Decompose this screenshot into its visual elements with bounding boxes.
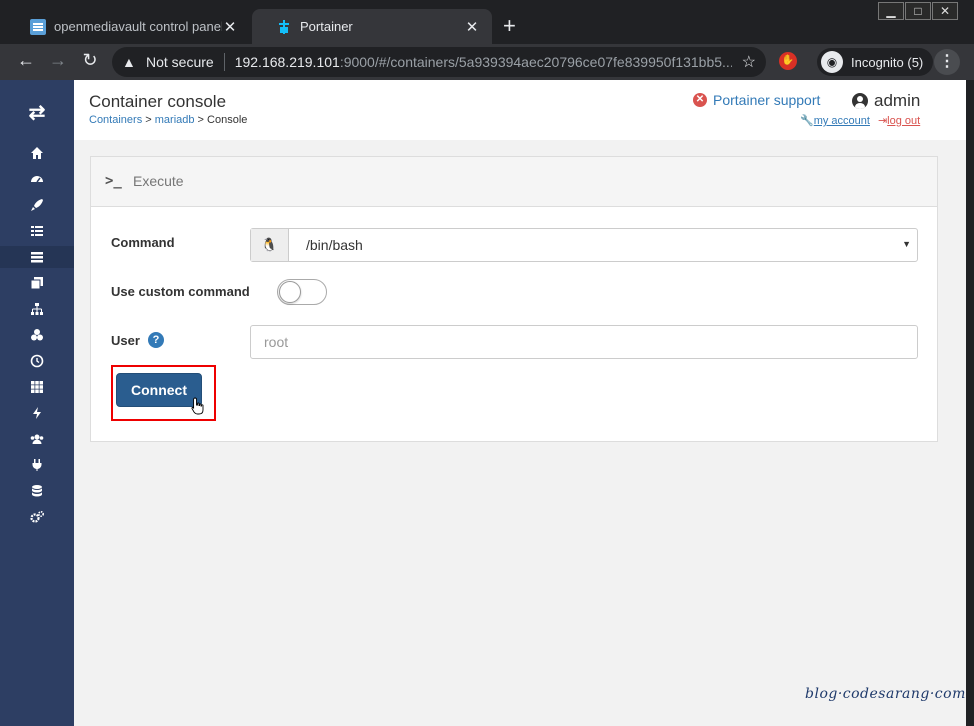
sidebar: ⇄ [0, 80, 74, 726]
user-info: admin [852, 91, 920, 111]
incognito-profile-button[interactable]: ◉ Incognito (5) [817, 48, 934, 76]
user-input[interactable] [250, 325, 918, 359]
security-indicator[interactable]: Not secure [146, 54, 214, 70]
username: admin [874, 91, 921, 110]
portainer-support-link[interactable]: ✕ Portainer support [693, 92, 820, 108]
images-icon[interactable] [0, 272, 74, 294]
tab-title: openmediavault control panel - N [54, 19, 222, 34]
execute-panel: >_ Execute Command 🐧 /bin/bash ▼ Use cus… [90, 156, 938, 442]
url-path: :9000/#/containers/5a939394aec20796ce07f… [339, 54, 732, 70]
breadcrumb-container[interactable]: mariadb [155, 114, 195, 126]
log-out-link[interactable]: ⇥log out [878, 114, 920, 127]
user-avatar-icon [852, 93, 868, 109]
breadcrumb-containers[interactable]: Containers [89, 114, 142, 126]
browser-tab-bar: openmediavault control panel - N ✕ Porta… [0, 0, 974, 44]
user-links: 🔧my account ⇥log out [800, 114, 920, 127]
help-icon[interactable]: ? [148, 332, 164, 348]
tab-openmediavault[interactable]: openmediavault control panel - N ✕ [6, 9, 250, 44]
panel-header: >_ Execute [91, 157, 937, 207]
home-icon[interactable] [0, 142, 74, 164]
portainer-logo-icon[interactable]: ⇄ [22, 100, 52, 125]
custom-command-toggle[interactable] [277, 279, 327, 305]
stacks-icon[interactable] [0, 220, 74, 242]
minimize-button[interactable]: ▁ [878, 2, 904, 20]
profile-label: Incognito (5) [851, 54, 924, 70]
portainer-favicon-icon [276, 19, 292, 35]
address-bar[interactable]: ▲ Not secure 192.168.219.101 :9000/#/con… [112, 47, 766, 77]
new-tab-button[interactable]: + [503, 13, 516, 39]
browser-menu-icon[interactable]: ⋮ [934, 49, 960, 75]
panel-title: Execute [133, 173, 184, 189]
wrench-icon: 🔧 [800, 115, 814, 127]
page-header: Container console Containers > mariadb >… [74, 80, 966, 140]
back-arrow-icon[interactable]: ← [14, 50, 38, 71]
command-label: Command [111, 235, 175, 250]
close-icon[interactable]: ✕ [464, 18, 480, 36]
command-value: /bin/bash [306, 237, 363, 253]
main-content: Container console Containers > mariadb >… [74, 80, 966, 726]
events-icon[interactable] [0, 350, 74, 372]
support-label: Portainer support [713, 92, 821, 108]
tab-portainer[interactable]: Portainer ✕ [252, 9, 492, 44]
endpoints-icon[interactable] [0, 454, 74, 476]
page-title: Container console [89, 92, 227, 111]
tab-title: Portainer [300, 19, 353, 34]
close-icon[interactable]: ✕ [222, 18, 238, 36]
window-border [966, 80, 974, 726]
connect-button[interactable]: Connect [116, 373, 202, 407]
settings-icon[interactable] [0, 506, 74, 528]
bookmark-star-icon[interactable]: ☆ [742, 52, 756, 72]
breadcrumb-separator: > [142, 114, 155, 126]
users-icon[interactable] [0, 428, 74, 450]
warning-icon: ▲ [122, 54, 136, 70]
breadcrumb-separator: > [194, 114, 208, 126]
reload-icon[interactable]: ↻ [78, 50, 102, 71]
breadcrumb: Containers > mariadb > Console [89, 114, 247, 126]
maximize-button[interactable]: □ [905, 2, 931, 20]
forward-arrow-icon[interactable]: → [46, 50, 70, 71]
log-out-label: log out [887, 115, 921, 127]
linux-icon: 🐧 [251, 229, 289, 261]
volumes-icon[interactable] [0, 324, 74, 346]
hand-cursor-icon [191, 397, 204, 415]
host-icon[interactable] [0, 376, 74, 398]
close-window-button[interactable]: ✕ [932, 2, 958, 20]
terminal-icon: >_ [105, 173, 122, 189]
omv-favicon-icon [30, 18, 46, 35]
support-icon: ✕ [693, 93, 707, 107]
toggle-knob [279, 281, 301, 303]
watermark: blog·codesarang·com [805, 686, 966, 702]
custom-command-label: Use custom command [111, 284, 250, 299]
containers-icon[interactable] [0, 246, 74, 268]
app-templates-icon[interactable] [0, 194, 74, 216]
breadcrumb-current: Console [207, 114, 248, 126]
url-host: 192.168.219.101 [234, 54, 340, 70]
command-select[interactable]: 🐧 /bin/bash ▼ [250, 228, 918, 262]
extensions-icon[interactable] [0, 402, 74, 424]
extension-icon[interactable]: ✋ [779, 52, 797, 70]
window-controls: ▁ □ ✕ [877, 2, 958, 20]
user-label: User [111, 333, 140, 348]
my-account-label: my account [813, 115, 870, 127]
browser-toolbar: ← → ↻ ▲ Not secure 192.168.219.101 :9000… [0, 44, 974, 80]
incognito-icon: ◉ [821, 51, 843, 73]
registries-icon[interactable] [0, 480, 74, 502]
networks-icon[interactable] [0, 298, 74, 320]
omnibox-divider [223, 53, 225, 71]
my-account-link[interactable]: 🔧my account [800, 114, 870, 127]
sign-out-icon: ⇥ [877, 115, 888, 127]
chevron-down-icon: ▼ [902, 239, 911, 249]
dashboard-icon[interactable] [0, 168, 74, 190]
